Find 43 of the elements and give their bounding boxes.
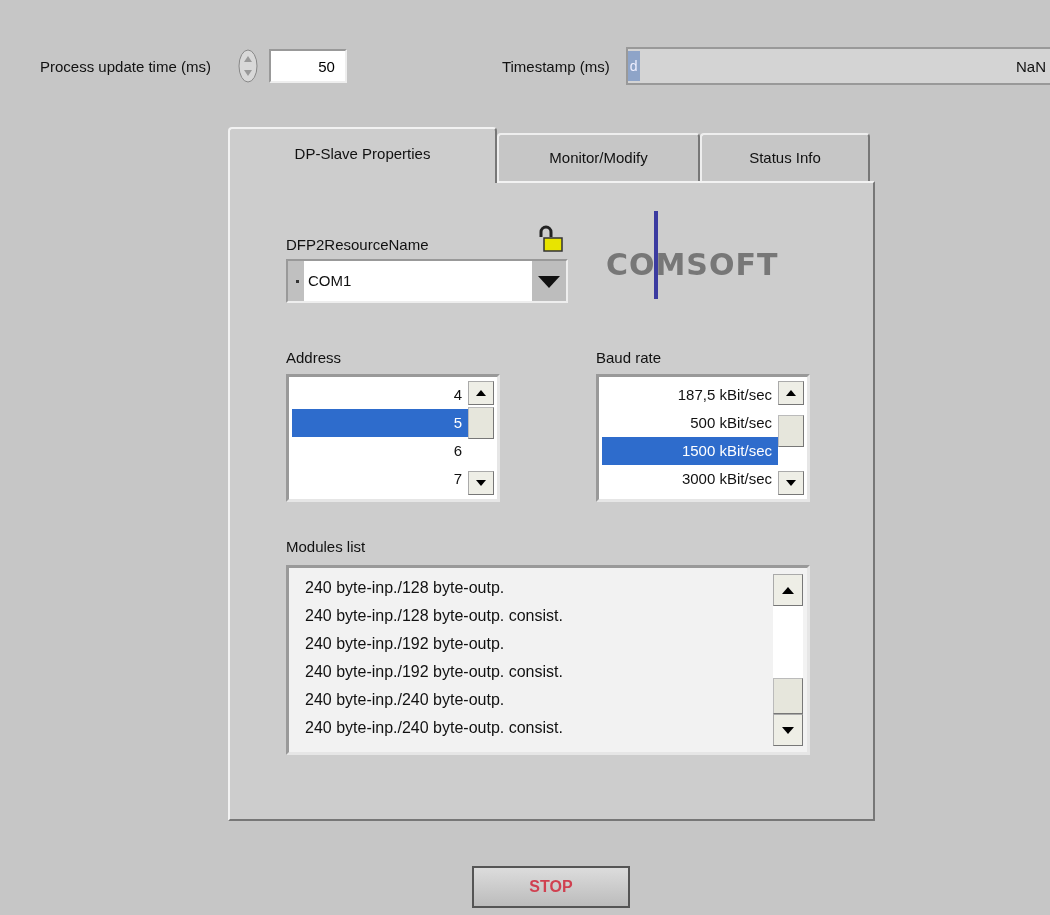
scroll-up-button[interactable] — [778, 381, 804, 405]
module-item[interactable]: 240 byte-inp./240 byte-outp. consist. — [305, 714, 773, 742]
address-item[interactable]: 7 — [292, 465, 468, 493]
modules-list-label: Modules list — [286, 538, 367, 555]
baud-rate-label: Baud rate — [596, 349, 663, 366]
resource-label: DFP2ResourceName — [286, 236, 429, 253]
address-item[interactable]: 5 — [292, 409, 468, 437]
scroll-down-button[interactable] — [468, 471, 494, 495]
module-item[interactable]: 240 byte-inp./240 byte-outp. — [305, 686, 773, 714]
baud-rate-item[interactable]: 500 kBit/sec — [602, 409, 778, 437]
padlock-icon[interactable] — [538, 225, 564, 253]
scroll-up-button[interactable] — [468, 381, 494, 405]
down-arrow-icon — [782, 726, 794, 734]
resource-dropdown[interactable]: COM1 — [286, 259, 568, 303]
address-label: Address — [286, 349, 343, 366]
tab[interactable]: Status Info — [700, 133, 870, 181]
module-item[interactable]: 240 byte-inp./192 byte-outp. consist. — [305, 658, 773, 686]
address-item[interactable]: 4 — [292, 381, 468, 409]
update-time-label: Process update time (ms) — [40, 57, 211, 75]
up-arrow-icon — [782, 586, 794, 594]
address-item[interactable]: 6 — [292, 437, 468, 465]
module-item[interactable]: 240 byte-inp./128 byte-outp. consist. — [305, 602, 773, 630]
tab[interactable]: DP-Slave Properties — [228, 127, 497, 183]
module-item[interactable]: 240 byte-inp./192 byte-outp. — [305, 630, 773, 658]
bullet-icon — [296, 279, 299, 283]
scroll-up-button[interactable] — [773, 574, 803, 606]
baud-rate-item[interactable]: 1500 kBit/sec — [602, 437, 778, 465]
scroll-thumb[interactable] — [773, 678, 803, 714]
timestamp-label: Timestamp (ms) — [501, 57, 610, 75]
module-item[interactable]: 240 byte-inp./128 byte-outp. — [305, 574, 773, 602]
scroll-down-button[interactable] — [778, 471, 804, 495]
up-arrow-icon — [786, 390, 796, 396]
down-arrow-icon — [476, 480, 486, 486]
baud-rate-item[interactable]: 187,5 kBit/sec — [602, 381, 778, 409]
down-arrow-icon — [786, 480, 796, 486]
scroll-thumb[interactable] — [468, 407, 494, 439]
up-arrow-icon — [476, 390, 486, 396]
scroll-thumb[interactable] — [778, 415, 804, 447]
tab[interactable]: Monitor/Modify — [497, 133, 700, 181]
update-time-field[interactable]: 50 — [268, 49, 347, 83]
baud-rate-item[interactable]: 3000 kBit/sec — [602, 465, 778, 493]
scroll-down-button[interactable] — [773, 714, 803, 746]
timestamp-field: NaN — [639, 57, 1050, 75]
